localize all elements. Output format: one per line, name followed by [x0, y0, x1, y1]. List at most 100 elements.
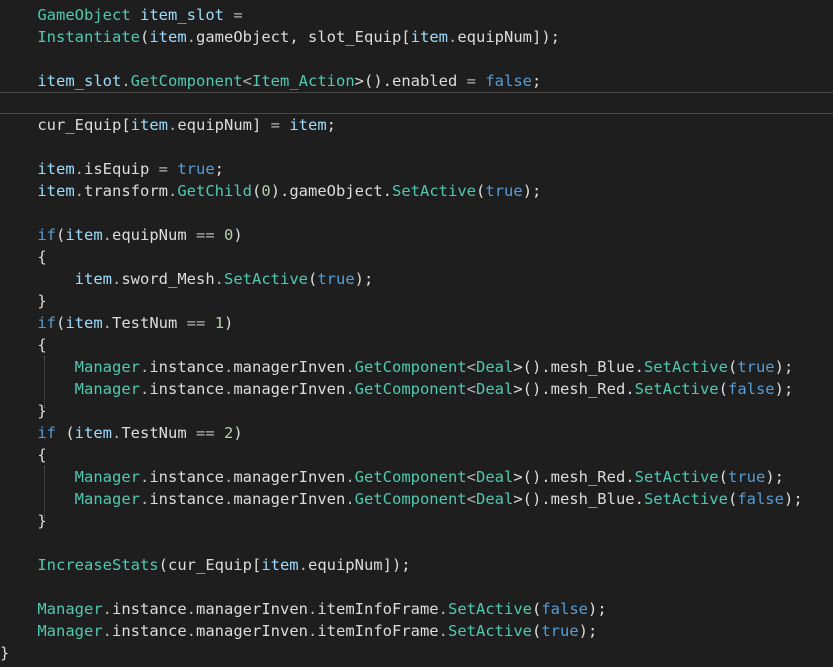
code-token: , slot_Equip[	[289, 28, 411, 46]
code-line[interactable]	[0, 92, 833, 114]
code-token: );	[774, 358, 794, 376]
code-line[interactable]: {	[0, 246, 833, 268]
code-line[interactable]: item.sword_Mesh.SetActive(true);	[0, 268, 833, 290]
code-token: >().enabled	[354, 72, 467, 90]
code-token: item	[149, 28, 187, 46]
code-token: 0	[261, 182, 271, 200]
code-token: ;	[326, 116, 337, 134]
code-token: .	[167, 116, 178, 134]
code-line[interactable]	[0, 576, 833, 598]
code-token: (	[532, 600, 542, 618]
code-line[interactable]	[0, 48, 833, 70]
code-token: managerInven	[233, 358, 346, 376]
code-token: GameObject	[37, 6, 131, 24]
code-token: SetActive	[392, 182, 477, 200]
code-token: Manager	[37, 622, 103, 640]
code-token: (	[727, 358, 738, 376]
code-token: TestNum	[121, 424, 196, 442]
code-line[interactable]: {	[0, 444, 833, 466]
code-token: );	[765, 468, 784, 486]
code-line[interactable]: }	[0, 400, 833, 422]
code-token: gameObject	[196, 28, 290, 46]
code-token: {	[37, 446, 47, 464]
code-token: }	[37, 402, 47, 420]
code-line[interactable]: Manager.instance.managerInven.GetCompone…	[0, 466, 833, 488]
code-line[interactable]: }	[0, 290, 833, 312]
code-token: .	[139, 490, 150, 508]
code-line[interactable]: }	[0, 642, 833, 664]
code-token: true	[727, 468, 766, 486]
code-token: GetComponent	[354, 468, 467, 486]
code-line[interactable]: Instantiate(item.gameObject, slot_Equip[…	[0, 26, 833, 48]
code-line[interactable]: Manager.instance.managerInven.itemInfoFr…	[0, 598, 833, 620]
code-line[interactable]: {	[0, 334, 833, 356]
code-line[interactable]: item.isEquip = true;	[0, 158, 833, 180]
code-token: if	[37, 226, 56, 244]
code-token: .	[186, 28, 196, 46]
code-editor[interactable]: GameObject item_slot = Instantiate(item.…	[0, 0, 833, 667]
code-token: );	[783, 490, 803, 508]
code-line[interactable]: Manager.instance.managerInven.itemInfoFr…	[0, 620, 833, 642]
code-token: equipNum]	[177, 116, 271, 134]
code-token: =	[270, 116, 280, 134]
code-token: .	[345, 380, 355, 398]
code-line[interactable]	[0, 202, 833, 224]
code-token: .	[307, 622, 318, 640]
code-token: )	[233, 424, 243, 442]
code-token: SetActive	[634, 380, 719, 398]
code-token: item	[65, 226, 103, 244]
code-token: ==	[186, 314, 206, 332]
code-token: ).gameObject.	[270, 182, 393, 200]
code-line[interactable]: IncreaseStats(cur_Equip[item.equipNum]);	[0, 554, 833, 576]
code-token: instance	[149, 468, 224, 486]
code-line[interactable]: item_slot.GetComponent<Item_Action>().en…	[0, 70, 833, 92]
code-line[interactable]: GameObject item_slot =	[0, 4, 833, 26]
code-token: Manager	[74, 358, 140, 376]
code-line[interactable]: cur_Equip[item.equipNum] = item;	[0, 114, 833, 136]
code-token: item	[37, 182, 75, 200]
code-token: false	[727, 380, 775, 398]
code-line[interactable]: Manager.instance.managerInven.GetCompone…	[0, 488, 833, 510]
code-token: )	[224, 314, 234, 332]
code-line[interactable]: item.transform.GetChild(0).gameObject.Se…	[0, 180, 833, 202]
code-token: item_slot	[37, 72, 122, 90]
code-token: =	[158, 160, 168, 178]
code-token: item	[130, 116, 168, 134]
code-token: =	[466, 72, 476, 90]
code-line[interactable]: Manager.instance.managerInven.GetCompone…	[0, 378, 833, 400]
code-token: .	[121, 72, 131, 90]
code-token: .	[223, 380, 234, 398]
code-token: false	[737, 490, 784, 508]
code-token: .	[102, 226, 113, 244]
code-line[interactable]: }	[0, 510, 833, 532]
code-token: <	[466, 380, 476, 398]
code-token: <	[466, 358, 476, 376]
code-token: 0	[224, 226, 234, 244]
code-token: equipNum	[112, 226, 197, 244]
code-token: }	[37, 512, 47, 530]
code-token: true	[177, 160, 215, 178]
code-token: .	[168, 182, 178, 200]
code-line[interactable]: if(item.equipNum == 0)	[0, 224, 833, 246]
code-line[interactable]: if(item.TestNum == 1)	[0, 312, 833, 334]
code-line[interactable]	[0, 136, 833, 158]
code-line[interactable]: if (item.TestNum == 2)	[0, 422, 833, 444]
code-line[interactable]: Manager.instance.managerInven.GetCompone…	[0, 356, 833, 378]
code-token: .	[298, 556, 308, 574]
code-token: (	[56, 424, 75, 442]
code-token: GetComponent	[354, 490, 467, 508]
code-token: .	[74, 182, 84, 200]
code-token: cur_Equip[	[37, 116, 131, 134]
code-line[interactable]	[0, 532, 833, 554]
